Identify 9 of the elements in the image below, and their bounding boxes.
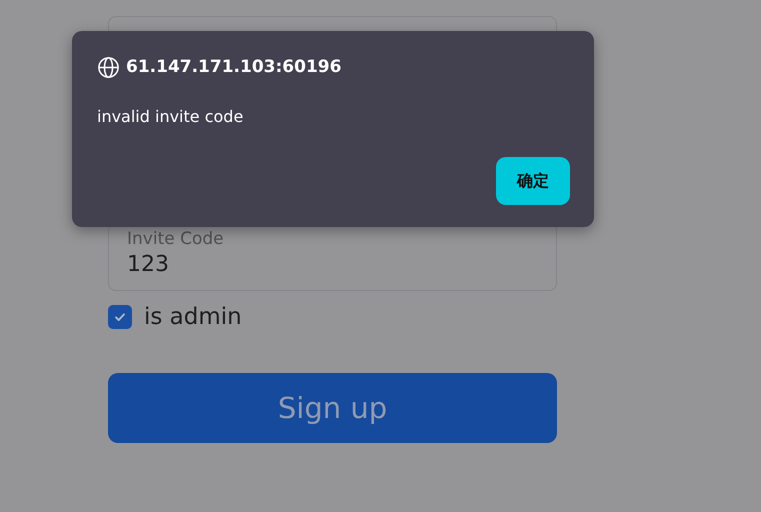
checkbox-label: is admin	[144, 304, 242, 330]
dialog-message: invalid invite code	[97, 107, 244, 126]
field-value: 123	[127, 251, 170, 279]
field-label: Invite Code	[127, 228, 225, 250]
globe-icon	[97, 56, 120, 78]
checkbox[interactable]	[108, 305, 132, 329]
sign-up-button[interactable]: Sign up	[108, 373, 557, 443]
ok-button[interactable]: 确定	[496, 157, 570, 205]
dialog-title: 61.147.171.103:60196	[126, 57, 342, 77]
